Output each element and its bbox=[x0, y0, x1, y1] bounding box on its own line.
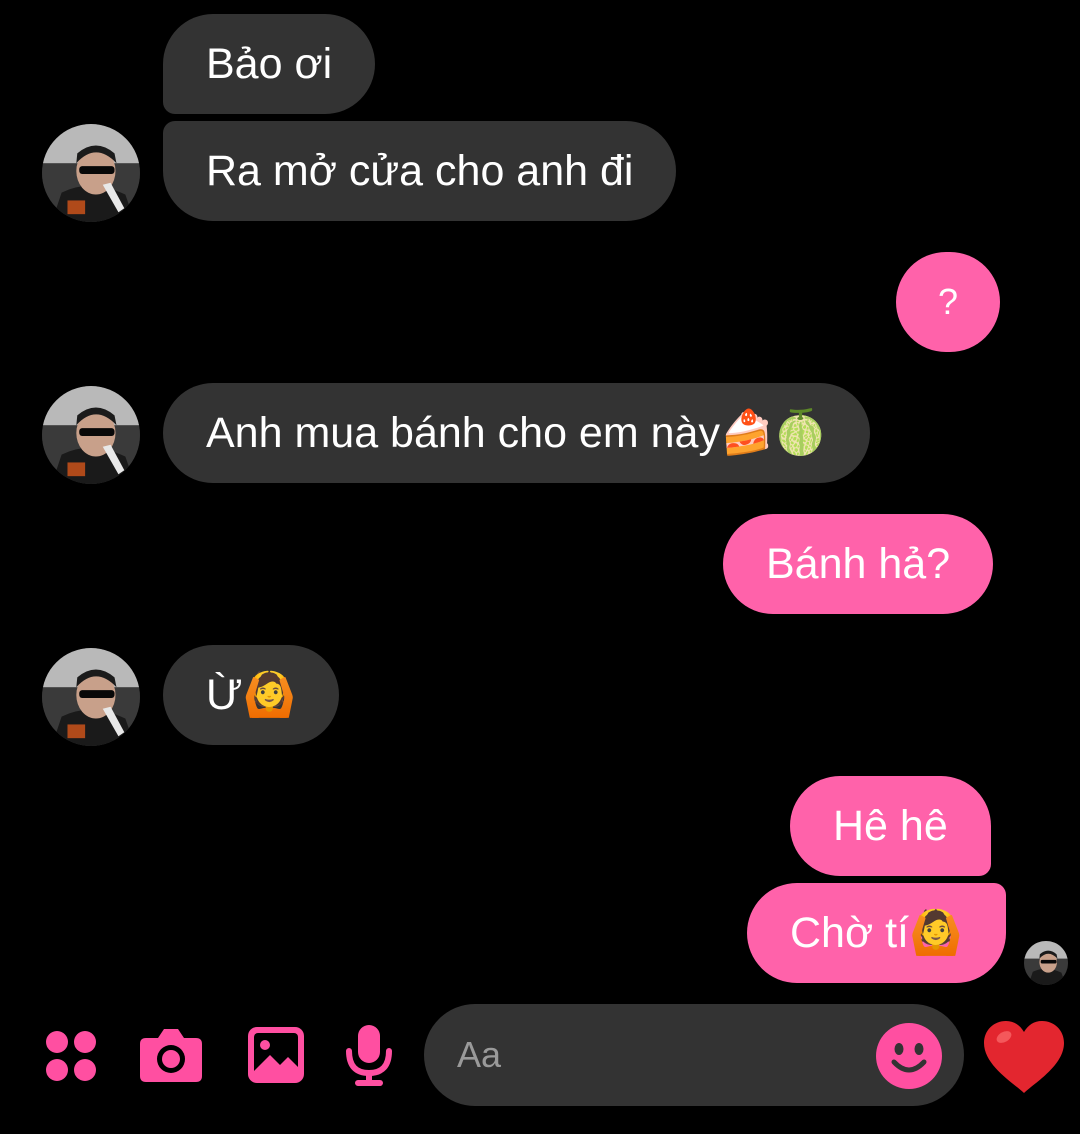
avatar-image bbox=[42, 124, 140, 222]
contact-avatar[interactable] bbox=[42, 124, 140, 222]
microphone-icon[interactable] bbox=[344, 1023, 394, 1087]
contact-avatar[interactable] bbox=[42, 648, 140, 746]
message-text: Chờ tí bbox=[790, 909, 910, 957]
message-text: Bánh hả? bbox=[766, 540, 951, 588]
message-text: Ra mở cửa cho anh đi bbox=[206, 147, 634, 195]
message-bubble-outgoing[interactable]: Chờ tí🙆 bbox=[747, 883, 1006, 983]
message-bubble-outgoing[interactable]: Hê hê bbox=[790, 776, 991, 876]
contact-avatar[interactable] bbox=[42, 386, 140, 484]
seen-avatar-image bbox=[1024, 941, 1068, 985]
message-text: Anh mua bánh cho em này bbox=[206, 409, 720, 457]
message-text: Hê hê bbox=[833, 802, 948, 850]
message-bubble-outgoing[interactable]: Bánh hả? bbox=[723, 514, 994, 614]
message-bubble-incoming[interactable]: Anh mua bánh cho em này🍰🍈 bbox=[163, 383, 871, 483]
ok-gesture-emoji: 🙆 bbox=[909, 908, 963, 958]
emoji-icon[interactable] bbox=[875, 1022, 943, 1090]
seen-receipt-avatar bbox=[1024, 941, 1068, 985]
message-bubble-outgoing[interactable]: ? bbox=[896, 252, 1000, 352]
camera-icon[interactable] bbox=[138, 1026, 204, 1084]
message-bubble-incoming[interactable]: Ra mở cửa cho anh đi bbox=[163, 121, 677, 221]
message-input[interactable] bbox=[457, 1004, 857, 1106]
message-text: Ừ bbox=[206, 671, 243, 719]
ok-gesture-emoji: 🙆 bbox=[242, 670, 297, 720]
cake-melon-emoji: 🍰🍈 bbox=[719, 408, 828, 458]
message-bubble-incoming[interactable]: Ừ🙆 bbox=[163, 645, 340, 745]
message-text: ? bbox=[937, 281, 959, 322]
message-text: Bảo ơi bbox=[206, 40, 333, 88]
message-composer[interactable] bbox=[424, 1004, 964, 1106]
avatar-image bbox=[42, 648, 140, 746]
message-bubble-incoming[interactable]: Bảo ơi bbox=[163, 14, 376, 114]
gallery-icon[interactable] bbox=[246, 1025, 306, 1085]
heart-icon[interactable] bbox=[982, 1019, 1066, 1095]
avatar-image bbox=[42, 386, 140, 484]
apps-icon[interactable] bbox=[44, 1029, 98, 1083]
